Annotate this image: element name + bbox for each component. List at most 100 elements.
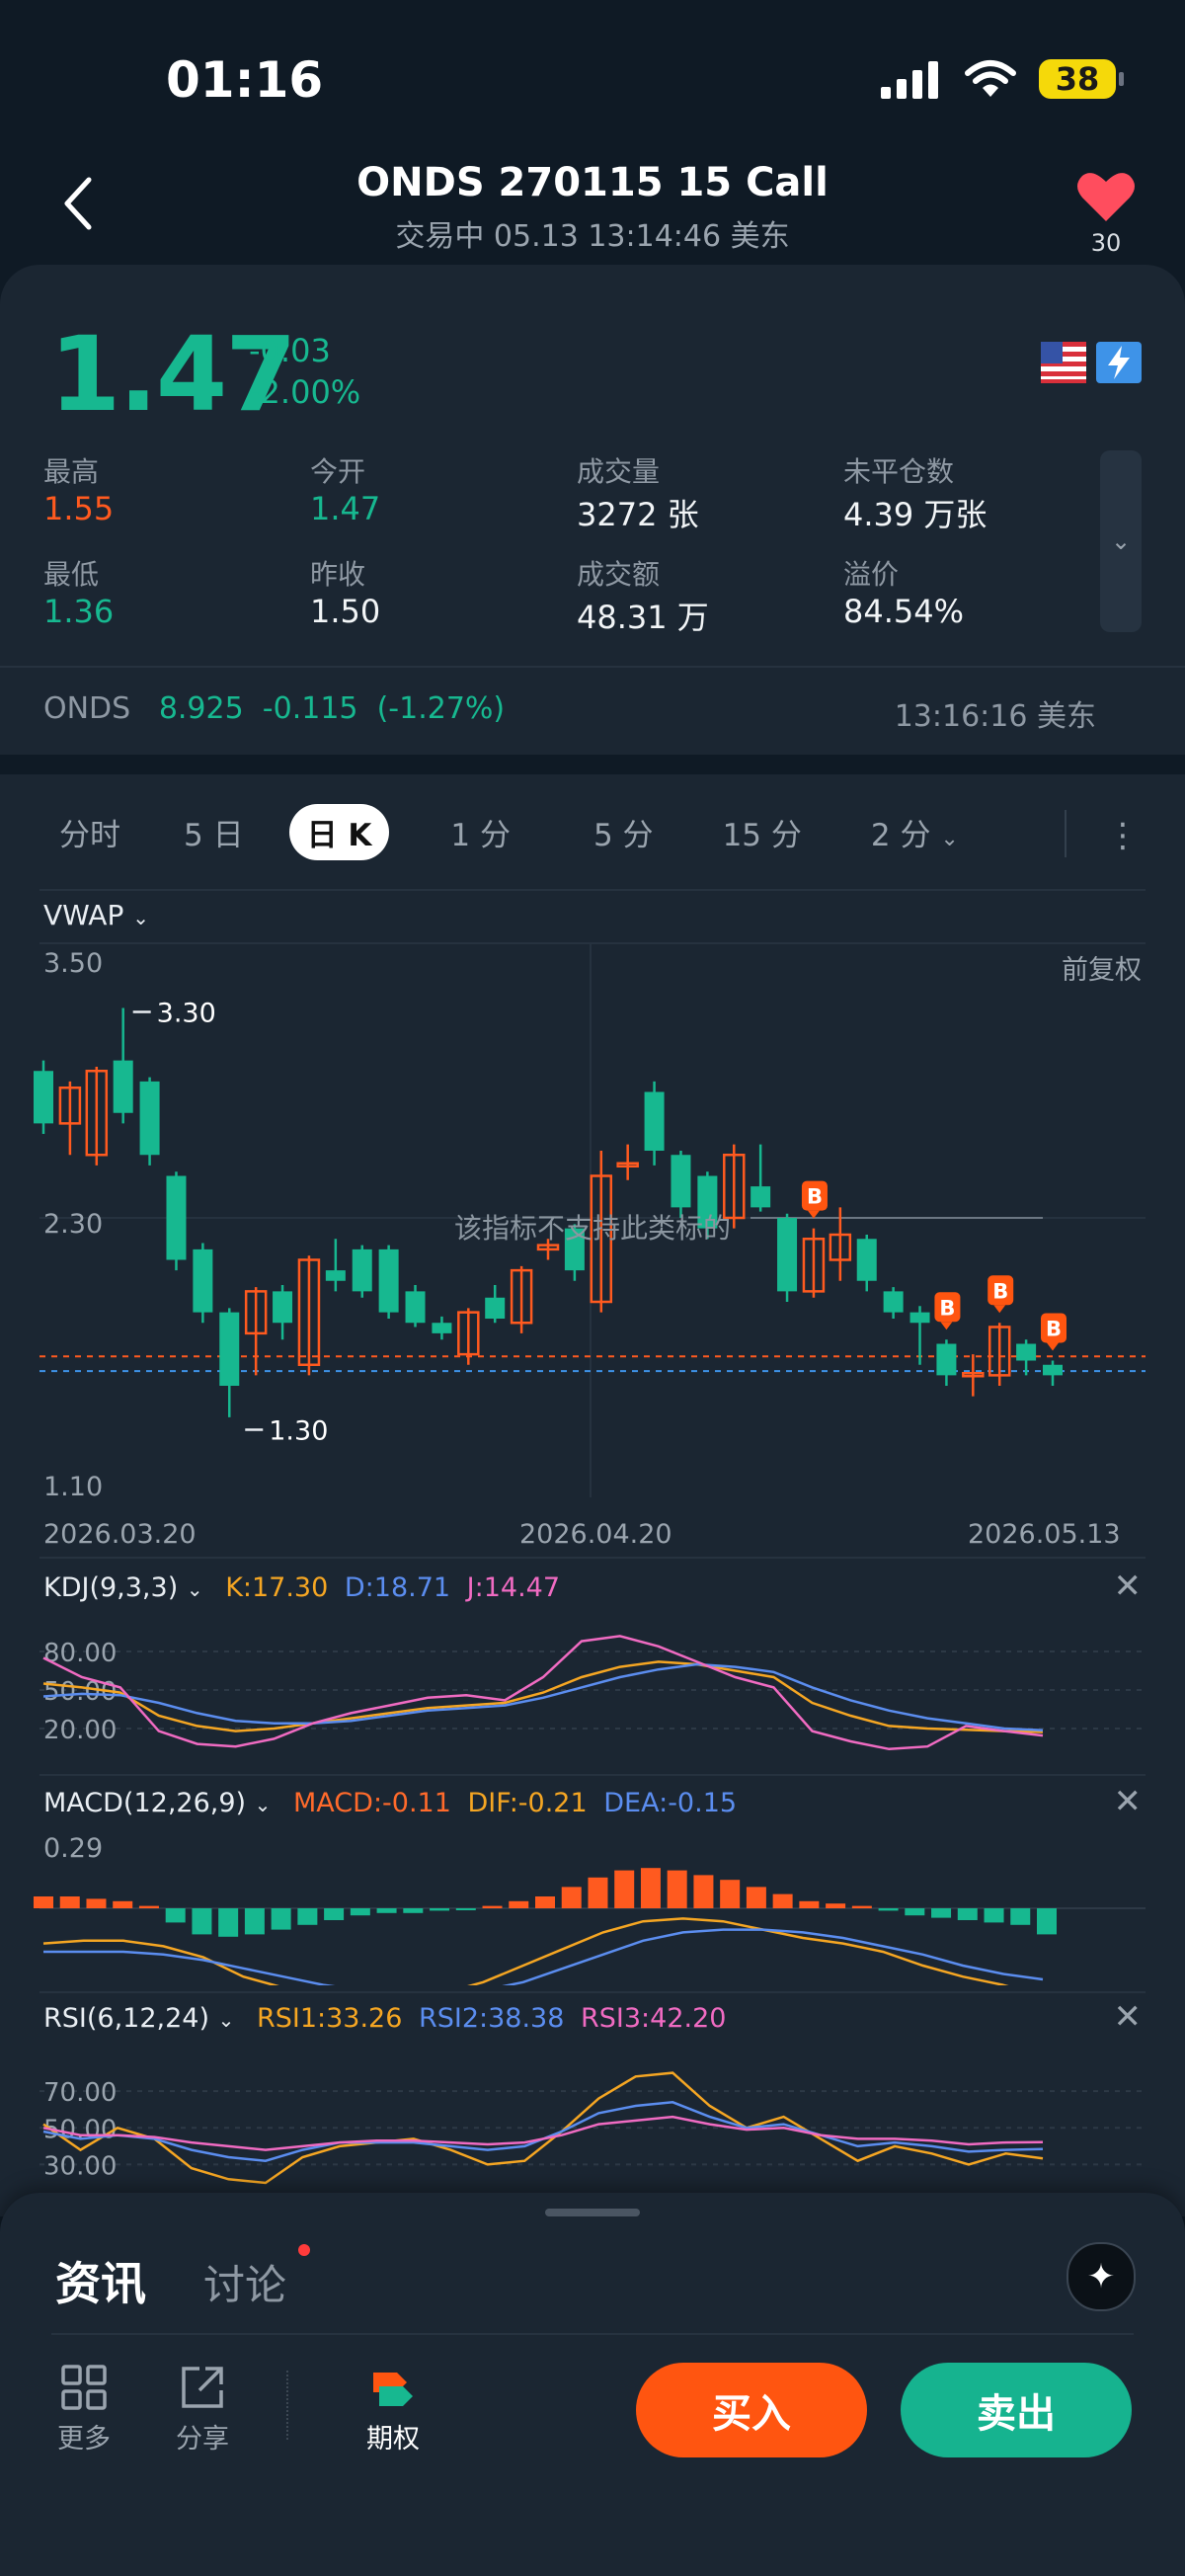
- macd-histogram-bar: [509, 1900, 529, 1908]
- tab-5min[interactable]: 5 分: [593, 810, 654, 854]
- macd-histogram-bar: [430, 1908, 450, 1911]
- candle-body: [671, 1155, 691, 1208]
- options-label: 期权: [366, 2424, 420, 2455]
- share-button[interactable]: 分享: [168, 2365, 237, 2455]
- chevron-down-icon: ⌄: [217, 2008, 235, 2032]
- macd-histogram-bar: [640, 1868, 661, 1908]
- tab-discussion[interactable]: 讨论: [203, 2252, 286, 2312]
- underlying-time: 13:16:16 美东: [894, 699, 1096, 734]
- chevron-down-icon: ⌄: [186, 1577, 203, 1601]
- wifi-icon: [965, 60, 1016, 97]
- macd-histogram-bar: [561, 1887, 582, 1908]
- macd-histogram-bar: [271, 1908, 291, 1930]
- underlying-quote[interactable]: ONDS 8.925 -0.115 (-1.27%): [43, 691, 505, 726]
- close-macd-icon[interactable]: ✕: [1114, 1782, 1143, 1821]
- macd-chart: [34, 1868, 1146, 1985]
- divider: [40, 889, 1146, 891]
- macd-histogram-bar: [957, 1908, 978, 1920]
- macd-histogram-bar: [165, 1908, 186, 1923]
- indicator-line: [42, 1662, 1044, 1731]
- rsi2-value: RSI2:38.38: [418, 2003, 565, 2034]
- y-axis-bottom: 1.10: [43, 1472, 104, 1502]
- y-tick-label: 20.00: [43, 1716, 117, 1745]
- macd-histogram-bar: [297, 1908, 318, 1925]
- macd-histogram-bar: [878, 1908, 899, 1911]
- buy-marker-pointer: [1047, 1342, 1059, 1351]
- close-kdj-icon[interactable]: ✕: [1114, 1567, 1143, 1606]
- stat-turnover: 成交额 48.31 万: [577, 553, 843, 638]
- tab-1min[interactable]: 1 分: [450, 810, 511, 854]
- macd-histogram-bar: [34, 1896, 53, 1908]
- close-rsi-icon[interactable]: ✕: [1114, 1997, 1143, 2037]
- kdj-d-value: D:18.71: [344, 1572, 451, 1603]
- macd-histogram-bar: [851, 1905, 872, 1908]
- candle-body: [909, 1312, 930, 1324]
- heart-icon: [1077, 173, 1135, 221]
- stat-high: 最高 1.55: [43, 450, 310, 535]
- macd-histogram-bar: [614, 1870, 635, 1908]
- candle-body: [750, 1186, 771, 1208]
- ai-assistant-button[interactable]: ✦: [1066, 2242, 1136, 2311]
- divider: [0, 666, 1185, 668]
- tab-intraday[interactable]: 分时: [59, 810, 120, 854]
- stat-value: 3272 张: [577, 496, 699, 533]
- macd-histogram-bar: [138, 1905, 159, 1908]
- stat-low: 最低 1.36: [43, 553, 310, 638]
- stat-open-interest: 未平仓数 4.39 万张: [843, 450, 1090, 535]
- stat-label: 成交额: [577, 558, 661, 591]
- buy-button[interactable]: 买入: [636, 2363, 867, 2457]
- price-change: -0.03 -2.00%: [249, 330, 360, 413]
- tab-news[interactable]: 资讯: [55, 2248, 146, 2313]
- vwap-selector[interactable]: VWAP ⌄: [43, 899, 149, 931]
- status-icons: 38: [879, 59, 1124, 99]
- market-flags: [1041, 342, 1142, 383]
- y-tick-label: 70.00: [43, 2078, 117, 2108]
- change-value: -0.03: [249, 332, 331, 369]
- tab-15min[interactable]: 15 分: [723, 810, 802, 854]
- candle-body: [1043, 1364, 1063, 1376]
- kdj-j-value: J:14.47: [466, 1572, 561, 1603]
- more-label: 更多: [57, 2424, 111, 2455]
- divider: [51, 2333, 1134, 2335]
- stat-value: 1.50: [310, 593, 381, 630]
- stat-value: 48.31 万: [577, 599, 709, 636]
- rsi-header[interactable]: RSI(6,12,24) ⌄ RSI1:33.26 RSI2:38.38 RSI…: [43, 2003, 726, 2034]
- macd-histogram-bar: [667, 1870, 687, 1908]
- trading-status: 交易中 05.13 13:14:46 美东: [395, 219, 790, 254]
- sparkle-icon: ✦: [1086, 2257, 1116, 2296]
- drag-handle[interactable]: [545, 2209, 640, 2216]
- sell-button[interactable]: 卖出: [901, 2363, 1132, 2457]
- chevron-down-icon: ⌄: [940, 826, 959, 851]
- expand-stats-button[interactable]: ⌄: [1100, 450, 1142, 632]
- tab-2min[interactable]: 2 分 ⌄: [871, 810, 959, 854]
- favorite-button[interactable]: 30: [1066, 170, 1146, 257]
- macd-histogram-bar: [799, 1900, 820, 1908]
- macd-histogram-bar: [588, 1877, 608, 1908]
- vwap-label: VWAP: [43, 899, 124, 931]
- more-button[interactable]: 更多: [49, 2365, 118, 2455]
- macd-dea-value: DEA:-0.15: [603, 1788, 738, 1818]
- battery-level: 38: [1055, 60, 1100, 98]
- kdj-header[interactable]: KDJ(9,3,3) ⌄ K:17.30 D:18.71 J:14.47: [43, 1572, 560, 1603]
- macd-histogram-bar: [720, 1880, 741, 1908]
- tab-5day[interactable]: 5 日: [184, 810, 244, 854]
- stat-label: 今开: [310, 455, 366, 488]
- period-tabs: 分时 5 日 日 K 1 分 5 分 15 分 2 分 ⌄: [40, 802, 1146, 861]
- divider: [40, 1991, 1146, 1993]
- divider: [40, 1557, 1146, 1559]
- page-title: ONDS 270115 15 Call: [356, 160, 829, 205]
- candle-body: [432, 1323, 452, 1333]
- macd-title: MACD(12,26,9): [43, 1788, 247, 1818]
- battery-icon: 38: [1039, 59, 1124, 99]
- signal-icon: [881, 61, 938, 99]
- macd-header[interactable]: MACD(12,26,9) ⌄ MACD:-0.11 DIF:-0.21 DEA…: [43, 1788, 737, 1818]
- x-axis-date-mid: 2026.04.20: [519, 1519, 672, 1550]
- tab-daily-k[interactable]: 日 K: [288, 803, 390, 860]
- candle-body: [325, 1270, 346, 1281]
- more-vertical-icon[interactable]: ⋮: [1106, 816, 1140, 855]
- candle-body: [883, 1291, 904, 1313]
- tool-separator: [286, 2371, 290, 2440]
- candle-body: [378, 1248, 399, 1313]
- options-button[interactable]: 期权: [357, 2365, 429, 2455]
- candle-body: [193, 1248, 213, 1313]
